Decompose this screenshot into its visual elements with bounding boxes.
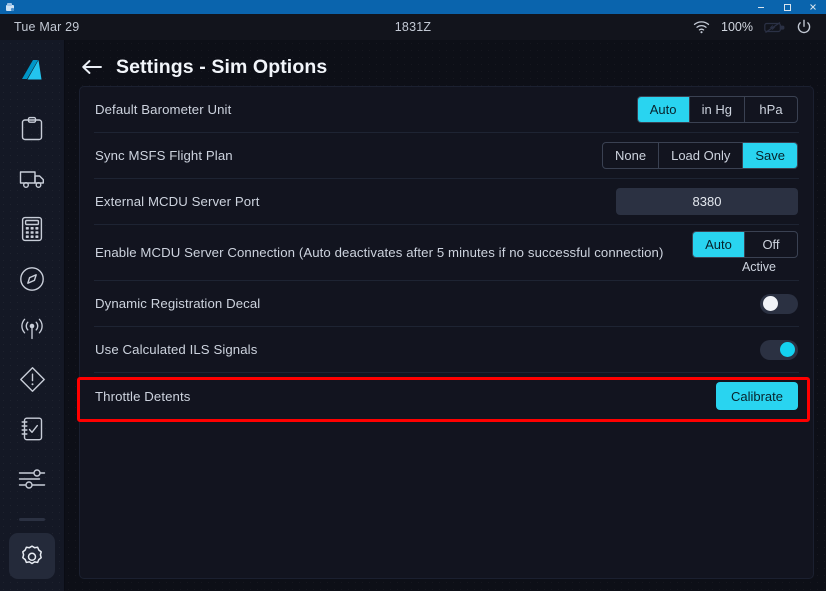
setting-label: Sync MSFS Flight Plan [95, 148, 233, 163]
sync-flight-plan-option-save[interactable]: Save [743, 143, 797, 168]
barometer-unit-option-auto[interactable]: Auto [637, 97, 690, 122]
sidebar [0, 40, 65, 591]
gear-icon [19, 543, 45, 569]
sidebar-divider [19, 518, 45, 521]
status-date: Tue Mar 29 [14, 20, 80, 34]
sidebar-item-fbw-tail-logo[interactable] [9, 50, 55, 96]
app-window: Tue Mar 29 1831Z 100% Settings - Sim Opt… [0, 14, 826, 591]
setting-row-sync-msfs-flight-plan: Sync MSFS Flight Plan None Load Only Sav… [94, 133, 799, 179]
barometer-unit-option-inhg[interactable]: in Hg [690, 97, 745, 122]
setting-row-enable-mcdu-server-connection: Enable MCDU Server Connection (Auto deac… [94, 225, 799, 281]
sidebar-item-failures[interactable] [9, 356, 55, 402]
page-title: Settings - Sim Options [116, 55, 328, 78]
sidebar-item-checklists[interactable] [9, 406, 55, 452]
battery-charging-icon [764, 21, 785, 34]
app-window-icon [4, 1, 16, 13]
setting-row-use-calculated-ils-signals: Use Calculated ILS Signals [94, 327, 799, 373]
barometer-unit-option-hpa[interactable]: hPa [745, 97, 797, 122]
sliders-icon [18, 468, 46, 490]
maximize-button[interactable] [774, 0, 800, 14]
settings-panel: Default Barometer Unit Auto in Hg hPa Sy… [79, 86, 814, 579]
sidebar-item-ground[interactable] [9, 156, 55, 202]
truck-icon [19, 168, 46, 190]
setting-label: Use Calculated ILS Signals [95, 342, 258, 357]
setting-label: Dynamic Registration Decal [95, 296, 261, 311]
setting-row-external-mcdu-server-port: External MCDU Server Port [94, 179, 799, 225]
dynamic-registration-decal-toggle[interactable] [760, 293, 798, 314]
close-button[interactable] [800, 0, 826, 14]
external-mcdu-server-port-input[interactable] [616, 188, 798, 215]
power-icon[interactable] [796, 19, 812, 35]
setting-row-dynamic-registration-decal: Dynamic Registration Decal [94, 281, 799, 327]
battery-percent: 100% [721, 20, 753, 34]
sidebar-item-dispatch[interactable] [9, 106, 55, 152]
mcdu-connection-status: Active [741, 260, 776, 274]
wifi-icon [693, 20, 710, 34]
setting-label: Throttle Detents [95, 388, 191, 404]
setting-label: External MCDU Server Port [95, 194, 260, 209]
setting-row-default-barometer-unit: Default Barometer Unit Auto in Hg hPa [94, 87, 799, 133]
sync-flight-plan-segmented-control: None Load Only Save [602, 142, 798, 169]
sidebar-item-navigation[interactable] [9, 256, 55, 302]
setting-row-throttle-detents: Throttle Detents Calibrate [94, 373, 799, 419]
window-titlebar [0, 0, 826, 14]
setting-label: Enable MCDU Server Connection (Auto deac… [95, 245, 664, 260]
airplane-tail-logo-icon [19, 59, 45, 87]
warning-diamond-icon [19, 366, 46, 393]
toggle-knob [780, 342, 795, 357]
mcdu-connection-option-auto[interactable]: Auto [693, 232, 745, 257]
page-header: Settings - Sim Options [79, 40, 814, 86]
compass-icon [19, 266, 45, 292]
calibrate-button[interactable]: Calibrate [715, 382, 798, 410]
sidebar-item-atc[interactable] [9, 306, 55, 352]
sync-flight-plan-option-none[interactable]: None [603, 143, 660, 168]
checklist-notebook-icon [20, 416, 44, 442]
use-calculated-ils-signals-toggle[interactable] [760, 339, 798, 360]
minimize-button[interactable] [748, 0, 774, 14]
main-content: Settings - Sim Options Default Barometer… [65, 40, 826, 591]
status-bar: Tue Mar 29 1831Z 100% [0, 14, 826, 40]
clipboard-icon [20, 116, 44, 142]
mcdu-connection-option-off[interactable]: Off [745, 232, 797, 257]
sidebar-item-performance[interactable] [9, 206, 55, 252]
broadcast-tower-icon [18, 317, 46, 341]
calculator-icon [21, 216, 43, 242]
app-body: Settings - Sim Options Default Barometer… [0, 40, 826, 591]
sidebar-item-settings[interactable] [9, 533, 55, 579]
mcdu-connection-segmented-control: Auto Off [692, 231, 798, 258]
window-controls [748, 0, 826, 14]
back-arrow-icon[interactable] [81, 58, 103, 76]
sync-flight-plan-option-load-only[interactable]: Load Only [659, 143, 744, 168]
barometer-unit-segmented-control: Auto in Hg hPa [636, 96, 798, 123]
setting-label: Default Barometer Unit [95, 102, 232, 117]
toggle-knob [763, 296, 778, 311]
sidebar-item-presets[interactable] [9, 456, 55, 502]
